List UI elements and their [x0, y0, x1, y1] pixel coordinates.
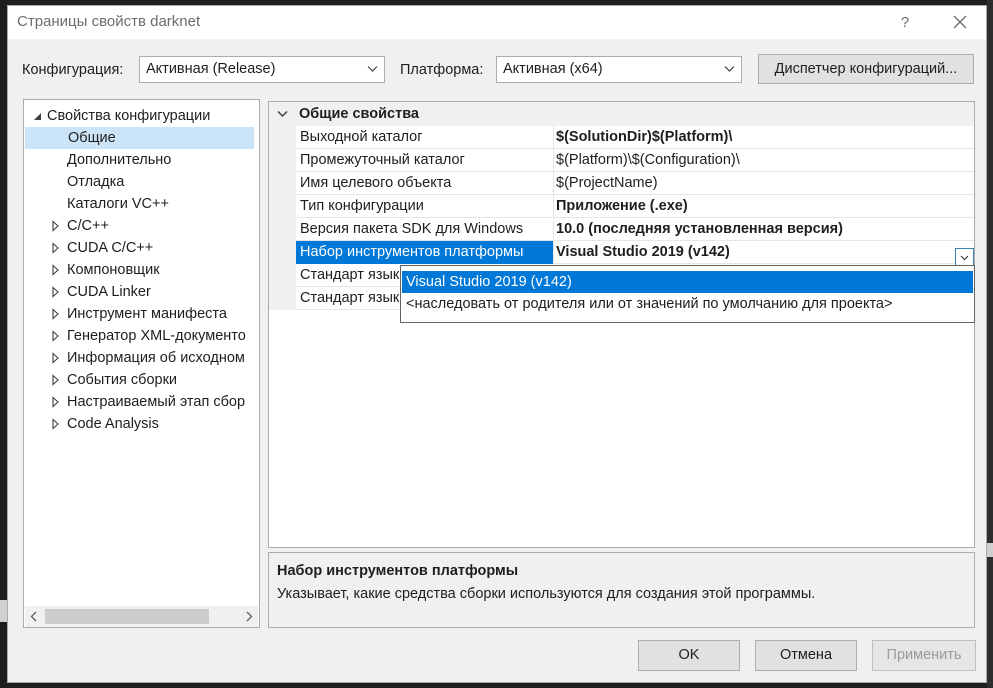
property-name: Тип конфигурации	[296, 195, 554, 218]
collapse-chevron-icon[interactable]	[277, 110, 288, 118]
scrollbar-thumb[interactable]	[45, 609, 209, 624]
tree-root-item[interactable]: Свойства конфигурации	[24, 105, 259, 127]
tree-item[interactable]: Code Analysis	[24, 413, 259, 435]
close-icon	[953, 15, 967, 29]
collapsed-triangle-icon[interactable]	[50, 237, 62, 259]
apply-button[interactable]: Применить	[872, 640, 976, 671]
cancel-button[interactable]: Отмена	[755, 640, 857, 671]
tree-item[interactable]: Информация об исходном	[24, 347, 259, 369]
property-pages-dialog: Страницы свойств darknet ? Конфигурация:…	[7, 5, 987, 683]
tree-item-label: События сборки	[67, 372, 178, 388]
configuration-label: Конфигурация:	[22, 62, 124, 78]
collapsed-triangle-icon[interactable]	[50, 215, 62, 237]
chevron-down-icon	[724, 66, 735, 72]
tree-item[interactable]: Дополнительно	[24, 149, 259, 171]
tree-item[interactable]: Настраиваемый этап сбор	[24, 391, 259, 413]
tree-item-label: Инструмент манифеста	[67, 306, 227, 322]
tree-item[interactable]: CUDA Linker	[24, 281, 259, 303]
tree-item-label: CUDA C/C++	[67, 240, 154, 256]
background-fragment	[987, 543, 993, 557]
collapsed-triangle-icon[interactable]	[50, 303, 62, 325]
tree-item-label: Генератор XML-документо	[67, 328, 246, 344]
window-title: Страницы свойств darknet	[17, 13, 201, 30]
property-grid: Общие свойства Выходной каталог $(Solutio…	[268, 101, 975, 548]
collapsed-triangle-icon[interactable]	[50, 281, 62, 303]
property-value: $(SolutionDir)$(Platform)\	[556, 129, 733, 145]
property-value: $(Platform)\$(Configuration)\	[556, 152, 740, 168]
collapsed-triangle-icon[interactable]	[50, 347, 62, 369]
tree-item[interactable]: C/C++	[24, 215, 259, 237]
collapsed-triangle-icon[interactable]	[50, 325, 62, 347]
description-title: Набор инструментов платформы	[277, 563, 519, 579]
background-fragment	[0, 600, 7, 622]
tree-item-label: Настраиваемый этап сбор	[67, 394, 246, 410]
configuration-tree: Свойства конфигурации Общие Дополнительно…	[23, 99, 260, 628]
configuration-select[interactable]: Активная (Release)	[139, 56, 385, 83]
property-name: Версия пакета SDK для Windows	[296, 218, 554, 241]
help-button[interactable]: ?	[893, 11, 917, 35]
collapsed-triangle-icon[interactable]	[50, 259, 62, 281]
property-name: Набор инструментов платформы	[296, 241, 554, 264]
tree-item[interactable]: Генератор XML-документо	[24, 325, 259, 347]
configuration-manager-button[interactable]: Диспетчер конфигураций...	[758, 54, 974, 84]
section-header[interactable]: Общие свойства	[269, 102, 974, 126]
horizontal-scrollbar[interactable]	[25, 606, 258, 627]
tree-item-label: Code Analysis	[67, 416, 159, 432]
background-ide-strip	[987, 0, 993, 688]
platform-label: Платформа:	[400, 62, 484, 78]
title-bar: Страницы свойств darknet ?	[8, 6, 986, 39]
tree-item[interactable]: Инструмент манифеста	[24, 303, 259, 325]
tree-item-label: Общие	[68, 130, 116, 146]
configuration-value: Активная (Release)	[146, 61, 276, 77]
tree-item[interactable]: Каталоги VC++	[24, 193, 259, 215]
tree-item-label: Отладка	[67, 174, 125, 190]
tree-item[interactable]: Общие	[25, 127, 254, 149]
tree-item[interactable]: События сборки	[24, 369, 259, 391]
property-row[interactable]: Набор инструментов платформы Visual Studi…	[296, 241, 974, 264]
chevron-down-icon	[960, 255, 969, 261]
description-text: Указывает, какие средства сборки использ…	[277, 586, 816, 602]
toolset-dropdown-list: Visual Studio 2019 (v142) <наследовать от…	[400, 265, 975, 323]
property-name: Промежуточный каталог	[296, 149, 554, 172]
expanded-triangle-icon[interactable]	[32, 105, 44, 127]
collapsed-triangle-icon[interactable]	[50, 369, 62, 391]
property-name: Имя целевого объекта	[296, 172, 554, 195]
property-row[interactable]: Версия пакета SDK для Windows 10.0 (после…	[296, 218, 974, 241]
ok-button[interactable]: OK	[638, 640, 740, 671]
tree-item[interactable]: CUDA C/C++	[24, 237, 259, 259]
property-row[interactable]: Промежуточный каталог $(Platform)\$(Confi…	[296, 149, 974, 172]
property-row[interactable]: Имя целевого объекта $(ProjectName)	[296, 172, 974, 195]
close-button[interactable]	[946, 11, 974, 35]
tree-item-label: C/C++	[67, 218, 109, 234]
tree-item[interactable]: Отладка	[24, 171, 259, 193]
scroll-left-icon[interactable]	[30, 611, 37, 622]
section-title: Общие свойства	[299, 106, 419, 122]
property-row[interactable]: Выходной каталог $(SolutionDir)$(Platform…	[296, 126, 974, 149]
tree-item-label: Компоновщик	[67, 262, 160, 278]
description-panel: Набор инструментов платформы Указывает, …	[268, 552, 975, 628]
platform-value: Активная (x64)	[503, 61, 603, 77]
platform-select[interactable]: Активная (x64)	[496, 56, 742, 83]
grid-left-band	[269, 126, 296, 310]
chevron-down-icon	[367, 66, 378, 72]
property-value[interactable]: Visual Studio 2019 (v142)	[556, 241, 730, 264]
property-value: $(ProjectName)	[556, 175, 658, 191]
property-value: 10.0 (последняя установленная версия)	[556, 221, 843, 237]
property-row[interactable]: Тип конфигурации Приложение (.exe)	[296, 195, 974, 218]
dropdown-option[interactable]: Visual Studio 2019 (v142)	[402, 271, 973, 293]
tree-item-label: Информация об исходном	[67, 350, 245, 366]
scroll-right-icon[interactable]	[246, 611, 253, 622]
property-name: Выходной каталог	[296, 126, 554, 149]
tree-item-label: CUDA Linker	[67, 284, 151, 300]
dropdown-option[interactable]: <наследовать от родителя или от значений…	[402, 293, 973, 315]
tree-item-label: Дополнительно	[67, 152, 172, 168]
tree-item[interactable]: Компоновщик	[24, 259, 259, 281]
tree-item-label: Каталоги VC++	[67, 196, 169, 212]
tree-item-label: Свойства конфигурации	[47, 108, 211, 124]
collapsed-triangle-icon[interactable]	[50, 391, 62, 413]
collapsed-triangle-icon[interactable]	[50, 413, 62, 435]
property-value: Приложение (.exe)	[556, 198, 688, 214]
